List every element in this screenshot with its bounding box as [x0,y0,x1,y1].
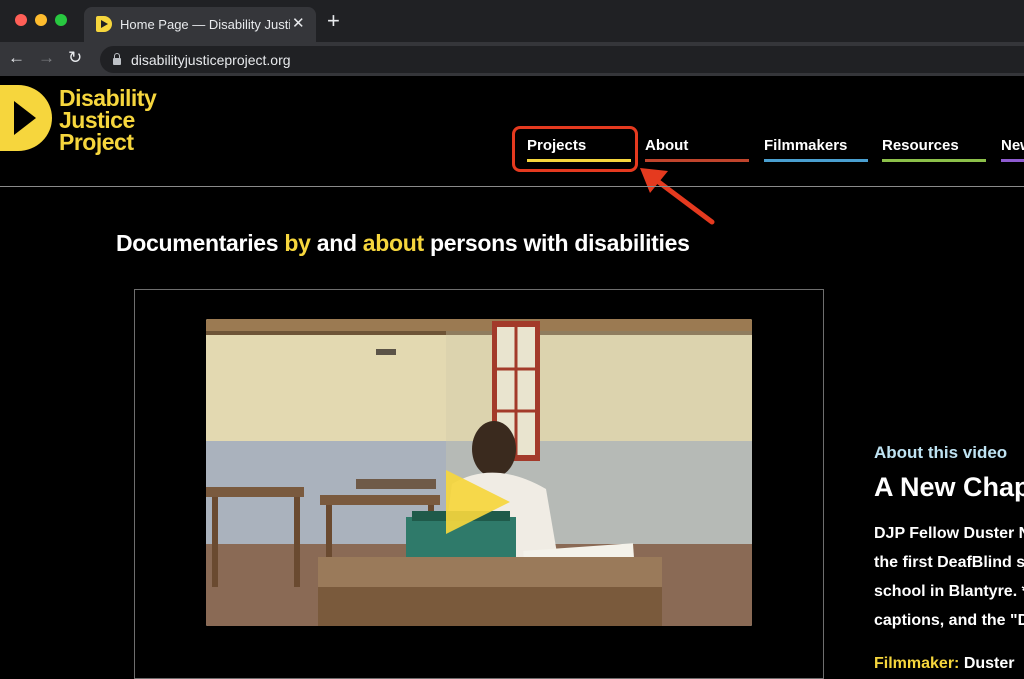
filmmaker-label: Filmmaker: [874,655,960,672]
video-description: DJP Fellow Duster Ndalama the first Deaf… [874,519,1024,635]
nav-label: Filmmakers [764,137,848,154]
site-favicon-icon [96,16,112,32]
nav-item-news[interactable]: News [1001,137,1024,163]
description-line: DJP Fellow Duster Ndalama [874,525,1024,542]
browser-tab[interactable]: Home Page — Disability Justice Project ✕ [84,7,316,42]
annotation-arrow-icon [640,168,715,225]
close-window-button[interactable] [15,14,27,26]
headline-text: and [310,230,363,256]
tab-title: Home Page — Disability Justice Project [120,17,290,32]
new-tab-button[interactable]: + [327,9,340,33]
nav-underline [645,159,749,162]
url-text[interactable]: disabilityjusticeproject.org [131,51,291,69]
nav-item-about[interactable]: About [645,137,749,163]
page-headline: Documentaries by and about persons with … [116,229,690,257]
description-line: school in Blantyre. * [874,583,1024,600]
maximize-window-button[interactable] [55,14,67,26]
nav-underline [764,159,868,162]
description-line: the first DeafBlind student [874,554,1024,571]
browser-toolbar: ← → ↻ disabilityjusticeproject.org [0,42,1024,76]
play-button-icon[interactable] [440,468,512,536]
site-logo-icon[interactable] [0,85,52,151]
annotation-highlight-box [512,126,638,172]
headline-text: Documentaries [116,230,285,256]
address-bar[interactable]: disabilityjusticeproject.org [100,46,1024,73]
logo-line: Disability [59,85,157,111]
reload-icon[interactable]: ↻ [68,47,82,69]
filmmaker-name[interactable]: Duster [959,655,1015,672]
nav-label: About [645,137,689,154]
site-logo-text[interactable]: Disability Justice Project [59,85,157,155]
minimize-window-button[interactable] [35,14,47,26]
nav-underline [882,159,986,162]
nav-item-resources[interactable]: Resources [882,137,986,163]
logo-line: Project [59,129,134,155]
filmmaker-credit: Filmmaker: Duster [874,654,1015,674]
nav-label: Resources [882,137,959,154]
nav-label: News [1001,137,1024,154]
forward-arrow-icon[interactable]: → [38,47,55,69]
back-arrow-icon[interactable]: ← [8,47,25,69]
tab-close-icon[interactable]: ✕ [292,14,305,34]
video-title: A New Chapter [874,472,1024,502]
header-divider [0,186,1024,187]
about-video-label: About this video [874,443,1008,462]
nav-underline [1001,159,1024,162]
lock-icon[interactable] [112,52,122,65]
nav-item-filmmakers[interactable]: Filmmakers [764,137,868,163]
logo-line: Justice [59,107,135,133]
description-line: captions, and the "D [874,612,1024,629]
headline-highlight: about [362,230,424,256]
browser-tab-bar: Home Page — Disability Justice Project ✕… [0,0,1024,42]
headline-text: persons with disabilities [423,230,690,256]
headline-highlight: by [284,230,311,256]
